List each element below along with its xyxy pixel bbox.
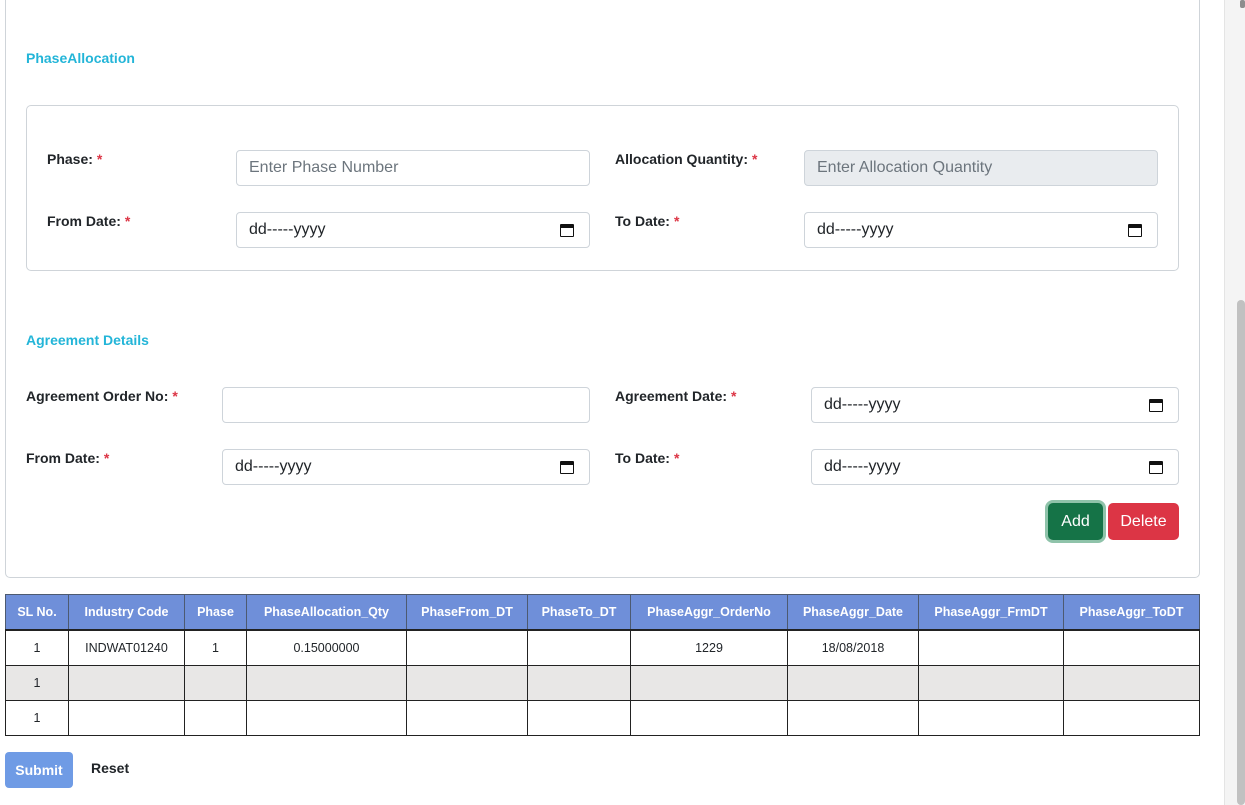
- delete-button[interactable]: Delete: [1108, 503, 1179, 540]
- table-header-row: SL No. Industry Code Phase PhaseAllocati…: [5, 594, 1200, 631]
- table-row[interactable]: 1 INDWAT01240 1 0.15000000 1229 18/08/20…: [5, 629, 1200, 666]
- agreement-details-title: Agreement Details: [26, 332, 149, 348]
- required-mark: *: [103, 450, 110, 466]
- table-row[interactable]: 1: [5, 700, 1200, 736]
- column-header[interactable]: Industry Code: [68, 594, 185, 631]
- table-cell: [406, 665, 528, 701]
- agreement-order-no-input[interactable]: [222, 387, 590, 423]
- calendar-icon[interactable]: [1149, 399, 1163, 412]
- calendar-icon[interactable]: [1128, 224, 1142, 237]
- form-card: [5, 0, 1200, 578]
- agreement-to-date-input[interactable]: dd-----yyyy: [811, 449, 1179, 485]
- table-cell: [1063, 629, 1200, 666]
- required-mark: *: [673, 450, 680, 466]
- column-header[interactable]: PhaseAggr_ToDT: [1063, 594, 1200, 631]
- calendar-icon[interactable]: [560, 461, 574, 474]
- table-cell: [787, 700, 919, 736]
- agreement-order-no-label: Agreement Order No: *: [26, 388, 178, 404]
- phase-from-date-input[interactable]: dd-----yyyy: [236, 212, 590, 248]
- table-cell: 1229: [630, 629, 788, 666]
- table-cell: [918, 700, 1064, 736]
- required-mark: *: [96, 151, 103, 167]
- column-header[interactable]: PhaseTo_DT: [527, 594, 631, 631]
- calendar-icon[interactable]: [560, 224, 574, 237]
- allocation-quantity-input[interactable]: [804, 150, 1158, 186]
- date-value: dd-----yyyy: [817, 221, 894, 238]
- table-cell: INDWAT01240: [68, 629, 185, 666]
- table-cell: [527, 700, 631, 736]
- table-cell: 1: [184, 629, 247, 666]
- table-cell: [184, 700, 247, 736]
- agreement-from-date-input[interactable]: dd-----yyyy: [222, 449, 590, 485]
- table-cell: [184, 665, 247, 701]
- table-cell: [918, 665, 1064, 701]
- table-cell: [527, 665, 631, 701]
- phase-label: Phase: *: [47, 151, 103, 167]
- phase-number-input[interactable]: [236, 150, 590, 186]
- table-row[interactable]: 1: [5, 665, 1200, 701]
- phase-to-date-label: To Date: *: [615, 213, 680, 229]
- table-cell: 0.15000000: [246, 629, 407, 666]
- date-value: dd-----yyyy: [824, 396, 901, 413]
- table-cell: [246, 700, 407, 736]
- table-cell: [68, 700, 185, 736]
- add-button[interactable]: Add: [1048, 503, 1103, 540]
- table-cell: [527, 629, 631, 666]
- table-cell: 1: [5, 700, 69, 736]
- table-cell: [787, 665, 919, 701]
- calendar-icon[interactable]: [1149, 461, 1163, 474]
- table-cell: [1063, 700, 1200, 736]
- required-mark: *: [731, 388, 737, 404]
- table-cell: [630, 700, 788, 736]
- column-header[interactable]: PhaseFrom_DT: [406, 594, 528, 631]
- scrollbar-arrow[interactable]: [1240, 0, 1245, 8]
- required-mark: *: [172, 388, 178, 404]
- table-cell: 1: [5, 629, 69, 666]
- table-cell: [918, 629, 1064, 666]
- column-header[interactable]: PhaseAllocation_Qty: [246, 594, 407, 631]
- reset-button[interactable]: Reset: [91, 760, 129, 776]
- column-header[interactable]: PhaseAggr_OrderNo: [630, 594, 788, 631]
- submit-button[interactable]: Submit: [5, 752, 73, 788]
- allocation-quantity-label: Allocation Quantity: *: [615, 151, 758, 167]
- column-header[interactable]: Phase: [184, 594, 247, 631]
- agreement-from-date-label: From Date: *: [26, 450, 110, 466]
- phase-allocation-title: PhaseAllocation: [26, 50, 135, 66]
- date-value: dd-----yyyy: [249, 221, 326, 238]
- required-mark: *: [124, 213, 131, 229]
- agreement-date-label: Agreement Date: *: [615, 388, 737, 404]
- scrollbar-thumb[interactable]: [1237, 300, 1245, 805]
- date-value: dd-----yyyy: [824, 458, 901, 475]
- column-header[interactable]: PhaseAggr_Date: [787, 594, 919, 631]
- date-value: dd-----yyyy: [235, 458, 312, 475]
- agreement-to-date-label: To Date: *: [615, 450, 680, 466]
- table-cell: [406, 700, 528, 736]
- table-cell: [1063, 665, 1200, 701]
- agreement-date-input[interactable]: dd-----yyyy: [811, 387, 1179, 423]
- table-cell: [246, 665, 407, 701]
- table-cell: [630, 665, 788, 701]
- required-mark: *: [673, 213, 680, 229]
- table-cell: 18/08/2018: [787, 629, 919, 666]
- table-cell: 1: [5, 665, 69, 701]
- phase-to-date-input[interactable]: dd-----yyyy: [804, 212, 1158, 248]
- column-header[interactable]: PhaseAggr_FrmDT: [918, 594, 1064, 631]
- column-header[interactable]: SL No.: [5, 594, 69, 631]
- phase-allocation-table: SL No. Industry Code Phase PhaseAllocati…: [5, 594, 1200, 736]
- phase-from-date-label: From Date: *: [47, 213, 131, 229]
- required-mark: *: [752, 151, 758, 167]
- table-cell: [68, 665, 185, 701]
- table-cell: [406, 629, 528, 666]
